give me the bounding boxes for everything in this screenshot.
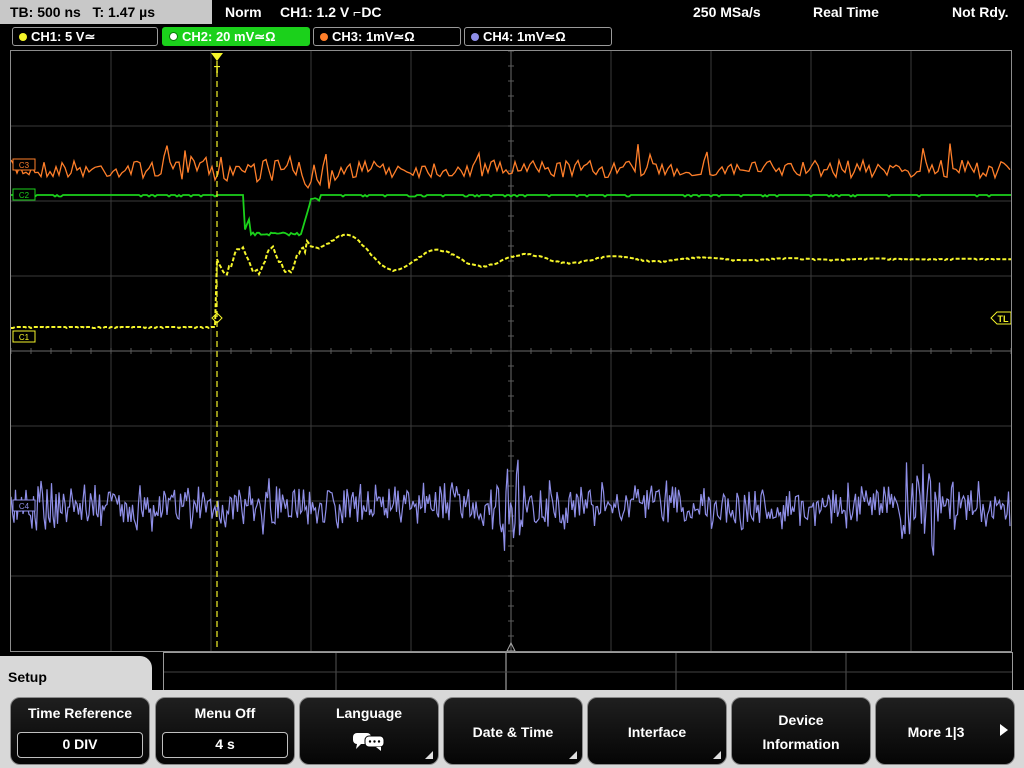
ch4-label: CH4: 1mV≃Ω [483,29,566,44]
ch3-offset-marker[interactable]: C3 [12,158,36,171]
ch1-label: CH1: 5 V≃ [31,29,96,44]
interface-softkey[interactable]: Interface [587,697,727,765]
menu-off-label: Menu Off [194,705,256,721]
trigger-info[interactable]: CH1: 1.2 V ⌐DC [280,4,382,20]
acquisition-mode: Real Time [813,4,879,20]
date-time-label: Date & Time [472,724,554,740]
sample-rate: 250 MSa/s [693,4,761,20]
ch1-color-dot [19,33,27,41]
ch2-label: CH2: 20 mV≃Ω [182,29,276,44]
channel-3-box[interactable]: CH3: 1mV≃Ω [313,27,461,46]
ch3-color-dot [320,33,328,41]
trigger-level-label: TL [998,314,1009,324]
more-softkey[interactable]: More 1|3 [875,697,1015,765]
menu-off-softkey[interactable]: Menu Off 4 s [155,697,295,765]
trigger-level-marker[interactable]: TL [990,311,1011,325]
acquisition-state: Not Rdy. [952,4,1009,20]
language-icon [353,733,385,751]
language-softkey[interactable]: Language [299,697,439,765]
ch4-offset-marker[interactable]: C4 [12,499,36,512]
trigger-position-marker[interactable]: T [211,53,223,76]
device-info-line1: Device [778,712,824,728]
channel-4-box[interactable]: CH4: 1mV≃Ω [464,27,612,46]
timebase-readout[interactable]: TB: 500 ns T: 1.47 µs [0,0,212,24]
more-label: More 1|3 [907,724,965,740]
menu-title: Setup [0,656,152,696]
waveform-display[interactable]: T TL C3 C2 C1 C4 [10,50,1012,652]
ch3-marker-label: C3 [19,161,30,170]
info-strip [163,652,1013,692]
ch3-label: CH3: 1mV≃Ω [332,29,415,44]
interface-label: Interface [627,724,687,740]
ch1-marker-label: C1 [19,333,30,342]
language-label: Language [335,705,403,721]
ch4-color-dot [471,33,479,41]
date-time-submenu-indicator [569,751,577,759]
timebase-value: TB: 500 ns [10,4,81,20]
trigger-pos-letter: T [214,65,220,76]
interface-submenu-indicator [713,751,721,759]
time-reference-label: Time Reference [27,705,132,721]
waveform-svg: T TL C3 C2 C1 C4 [11,51,1011,651]
channel-2-box[interactable]: CH2: 20 mV≃Ω [162,27,310,46]
device-information-softkey[interactable]: Device Information [731,697,871,765]
channel-1-box[interactable]: CH1: 5 V≃ [12,27,158,46]
ch2-marker-label: C2 [19,191,30,200]
status-bar: Norm CH1: 1.2 V ⌐DC 250 MSa/s Real Time … [215,0,1024,24]
menu-off-value: 4 s [162,732,288,758]
trigger-time-value: T: 1.47 µs [92,4,156,20]
date-time-softkey[interactable]: Date & Time [443,697,583,765]
next-page-arrow-icon [1000,724,1008,736]
ch2-color-dot [169,32,178,41]
ch2-offset-marker[interactable]: C2 [12,188,36,201]
time-reference-softkey[interactable]: Time Reference 0 DIV [10,697,150,765]
device-info-line2: Information [762,736,840,752]
ch1-offset-marker[interactable]: C1 [12,330,36,343]
trigger-mode[interactable]: Norm [225,4,262,20]
ch4-marker-label: C4 [19,502,30,511]
time-reference-value: 0 DIV [17,732,143,758]
language-submenu-indicator [425,751,433,759]
